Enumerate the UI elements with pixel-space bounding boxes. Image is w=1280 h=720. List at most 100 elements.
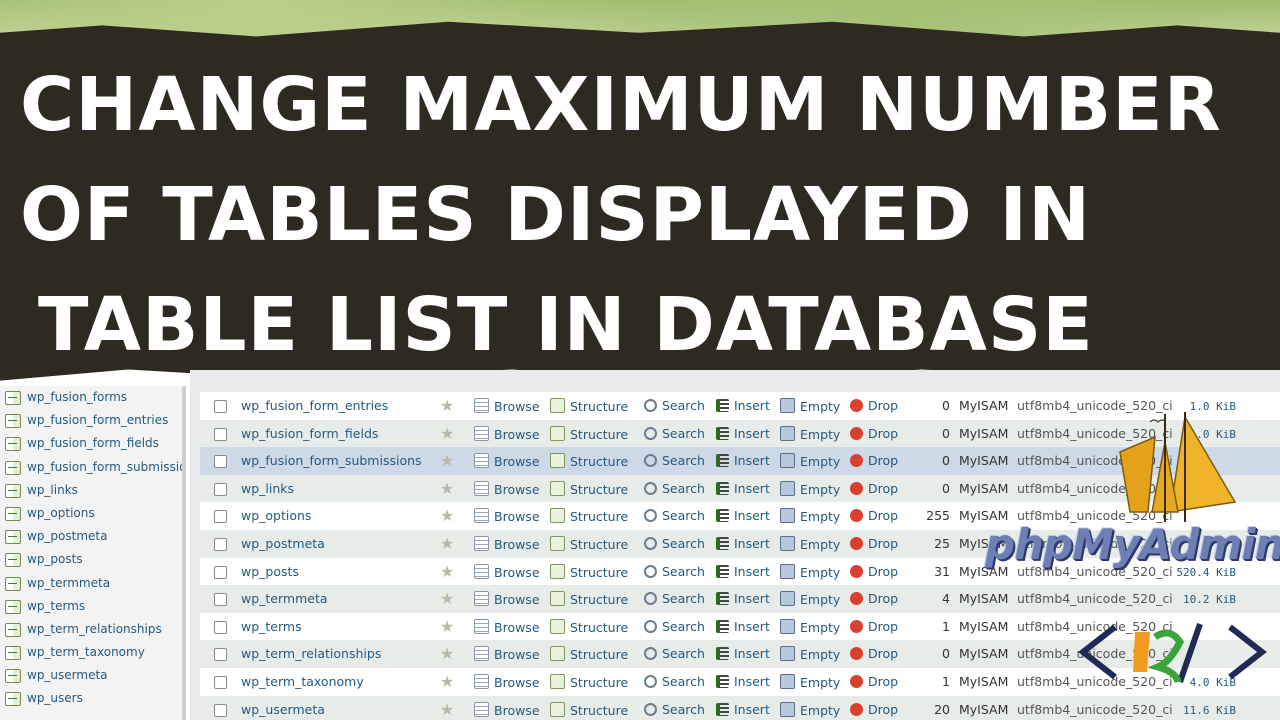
favorite-star-icon[interactable]: ★ — [440, 672, 454, 691]
structure-link[interactable]: Structure — [550, 646, 628, 662]
insert-link[interactable]: Insert — [716, 619, 770, 634]
insert-link[interactable]: Insert — [716, 702, 770, 717]
browse-link[interactable]: Browse — [474, 674, 540, 690]
favorite-star-icon[interactable]: ★ — [440, 451, 454, 470]
insert-link[interactable]: Insert — [716, 426, 770, 441]
insert-link[interactable]: Insert — [716, 398, 770, 413]
favorite-star-icon[interactable]: ★ — [440, 562, 454, 581]
browse-link[interactable]: Browse — [474, 701, 540, 718]
row-checkbox[interactable] — [214, 676, 227, 689]
search-link[interactable]: Search — [644, 536, 705, 551]
sidebar-table-item[interactable]: wp_term_relationships — [0, 618, 182, 641]
drop-link[interactable]: Drop — [850, 619, 898, 634]
browse-link[interactable]: Browse — [474, 536, 540, 552]
table-name-link[interactable]: wp_links — [241, 481, 294, 496]
table-name-link[interactable]: wp_options — [241, 508, 311, 523]
sidebar-table-item[interactable]: wp_fusion_forms — [0, 386, 182, 409]
empty-link[interactable]: Empty — [780, 701, 840, 718]
favorite-star-icon[interactable]: ★ — [440, 700, 454, 719]
table-name-link[interactable]: wp_fusion_form_entries — [241, 398, 388, 413]
favorite-star-icon[interactable]: ★ — [440, 506, 454, 525]
row-checkbox[interactable] — [214, 482, 227, 496]
drop-link[interactable]: Drop — [850, 564, 898, 579]
empty-link[interactable]: Empty — [780, 563, 840, 580]
search-link[interactable]: Search — [644, 646, 705, 661]
favorite-star-icon[interactable]: ★ — [440, 589, 454, 608]
structure-link[interactable]: Structure — [550, 563, 628, 580]
sidebar-table-item[interactable]: wp_fusion_form_fields — [0, 432, 182, 455]
browse-link[interactable]: Browse — [474, 646, 540, 662]
structure-link[interactable]: Structure — [550, 591, 628, 607]
insert-link[interactable]: Insert — [716, 564, 770, 579]
favorite-star-icon[interactable]: ★ — [440, 644, 454, 663]
table-name-link[interactable]: wp_terms — [241, 619, 302, 634]
table-name-link[interactable]: wp_usermeta — [241, 702, 325, 717]
row-checkbox[interactable] — [214, 648, 227, 662]
sidebar-table-item[interactable]: wp_options — [0, 502, 182, 525]
empty-link[interactable]: Empty — [780, 591, 840, 607]
table-name-link[interactable]: wp_termmeta — [241, 591, 328, 606]
empty-link[interactable]: Empty — [780, 425, 840, 442]
favorite-star-icon[interactable]: ★ — [440, 479, 454, 498]
sidebar-table-item[interactable]: wp_fusion_form_submissions — [0, 456, 182, 479]
drop-link[interactable]: Drop — [850, 702, 898, 717]
structure-link[interactable]: Structure — [550, 536, 628, 552]
search-link[interactable]: Search — [644, 619, 705, 634]
browse-link[interactable]: Browse — [474, 398, 540, 414]
row-checkbox[interactable] — [214, 703, 227, 717]
drop-link[interactable]: Drop — [850, 536, 898, 551]
structure-link[interactable]: Structure — [550, 480, 628, 497]
sidebar-table-item[interactable]: wp_term_taxonomy — [0, 641, 182, 664]
search-link[interactable]: Search — [644, 508, 705, 523]
drop-link[interactable]: Drop — [850, 481, 898, 496]
favorite-star-icon[interactable]: ★ — [440, 534, 454, 553]
empty-link[interactable]: Empty — [780, 618, 840, 635]
structure-link[interactable]: Structure — [550, 674, 628, 690]
structure-link[interactable]: Structure — [550, 508, 628, 524]
drop-link[interactable]: Drop — [850, 508, 898, 523]
row-checkbox[interactable] — [214, 400, 227, 413]
structure-link[interactable]: Structure — [550, 425, 628, 442]
drop-link[interactable]: Drop — [850, 426, 898, 441]
insert-link[interactable]: Insert — [716, 481, 770, 496]
browse-link[interactable]: Browse — [474, 618, 540, 635]
search-link[interactable]: Search — [644, 453, 705, 468]
row-checkbox[interactable] — [214, 620, 227, 634]
sidebar-table-item[interactable]: wp_fusion_form_entries — [0, 409, 182, 432]
row-checkbox[interactable] — [214, 593, 227, 607]
insert-link[interactable]: Insert — [716, 591, 770, 606]
browse-link[interactable]: Browse — [474, 508, 540, 524]
row-checkbox[interactable] — [214, 538, 227, 551]
sidebar-table-item[interactable]: wp_users — [0, 687, 182, 710]
search-link[interactable]: Search — [644, 674, 705, 689]
drop-link[interactable]: Drop — [850, 453, 898, 468]
insert-link[interactable]: Insert — [716, 536, 770, 551]
table-name-link[interactable]: wp_posts — [241, 564, 299, 579]
drop-link[interactable]: Drop — [850, 398, 898, 413]
empty-link[interactable]: Empty — [780, 508, 840, 524]
row-checkbox[interactable] — [214, 565, 227, 579]
table-name-link[interactable]: wp_postmeta — [241, 536, 325, 551]
sidebar-table-item[interactable]: wp_usermeta — [0, 664, 182, 687]
sidebar-table-item[interactable]: wp_postmeta — [0, 525, 182, 548]
table-name-link[interactable]: wp_term_relationships — [241, 646, 381, 661]
search-link[interactable]: Search — [644, 702, 705, 717]
row-checkbox[interactable] — [214, 427, 227, 441]
search-link[interactable]: Search — [644, 398, 705, 413]
drop-link[interactable]: Drop — [850, 646, 898, 661]
drop-link[interactable]: Drop — [850, 674, 898, 689]
browse-link[interactable]: Browse — [474, 453, 540, 469]
table-name-link[interactable]: wp_term_taxonomy — [241, 674, 364, 689]
structure-link[interactable]: Structure — [550, 701, 628, 718]
empty-link[interactable]: Empty — [780, 480, 840, 497]
search-link[interactable]: Search — [644, 564, 705, 579]
empty-link[interactable]: Empty — [780, 536, 840, 552]
empty-link[interactable]: Empty — [780, 453, 840, 469]
search-link[interactable]: Search — [644, 426, 705, 441]
favorite-star-icon[interactable]: ★ — [440, 424, 454, 443]
browse-link[interactable]: Browse — [474, 563, 540, 580]
drop-link[interactable]: Drop — [850, 591, 898, 606]
table-name-link[interactable]: wp_fusion_form_submissions — [241, 453, 422, 468]
browse-link[interactable]: Browse — [474, 480, 540, 497]
empty-link[interactable]: Empty — [780, 646, 840, 662]
